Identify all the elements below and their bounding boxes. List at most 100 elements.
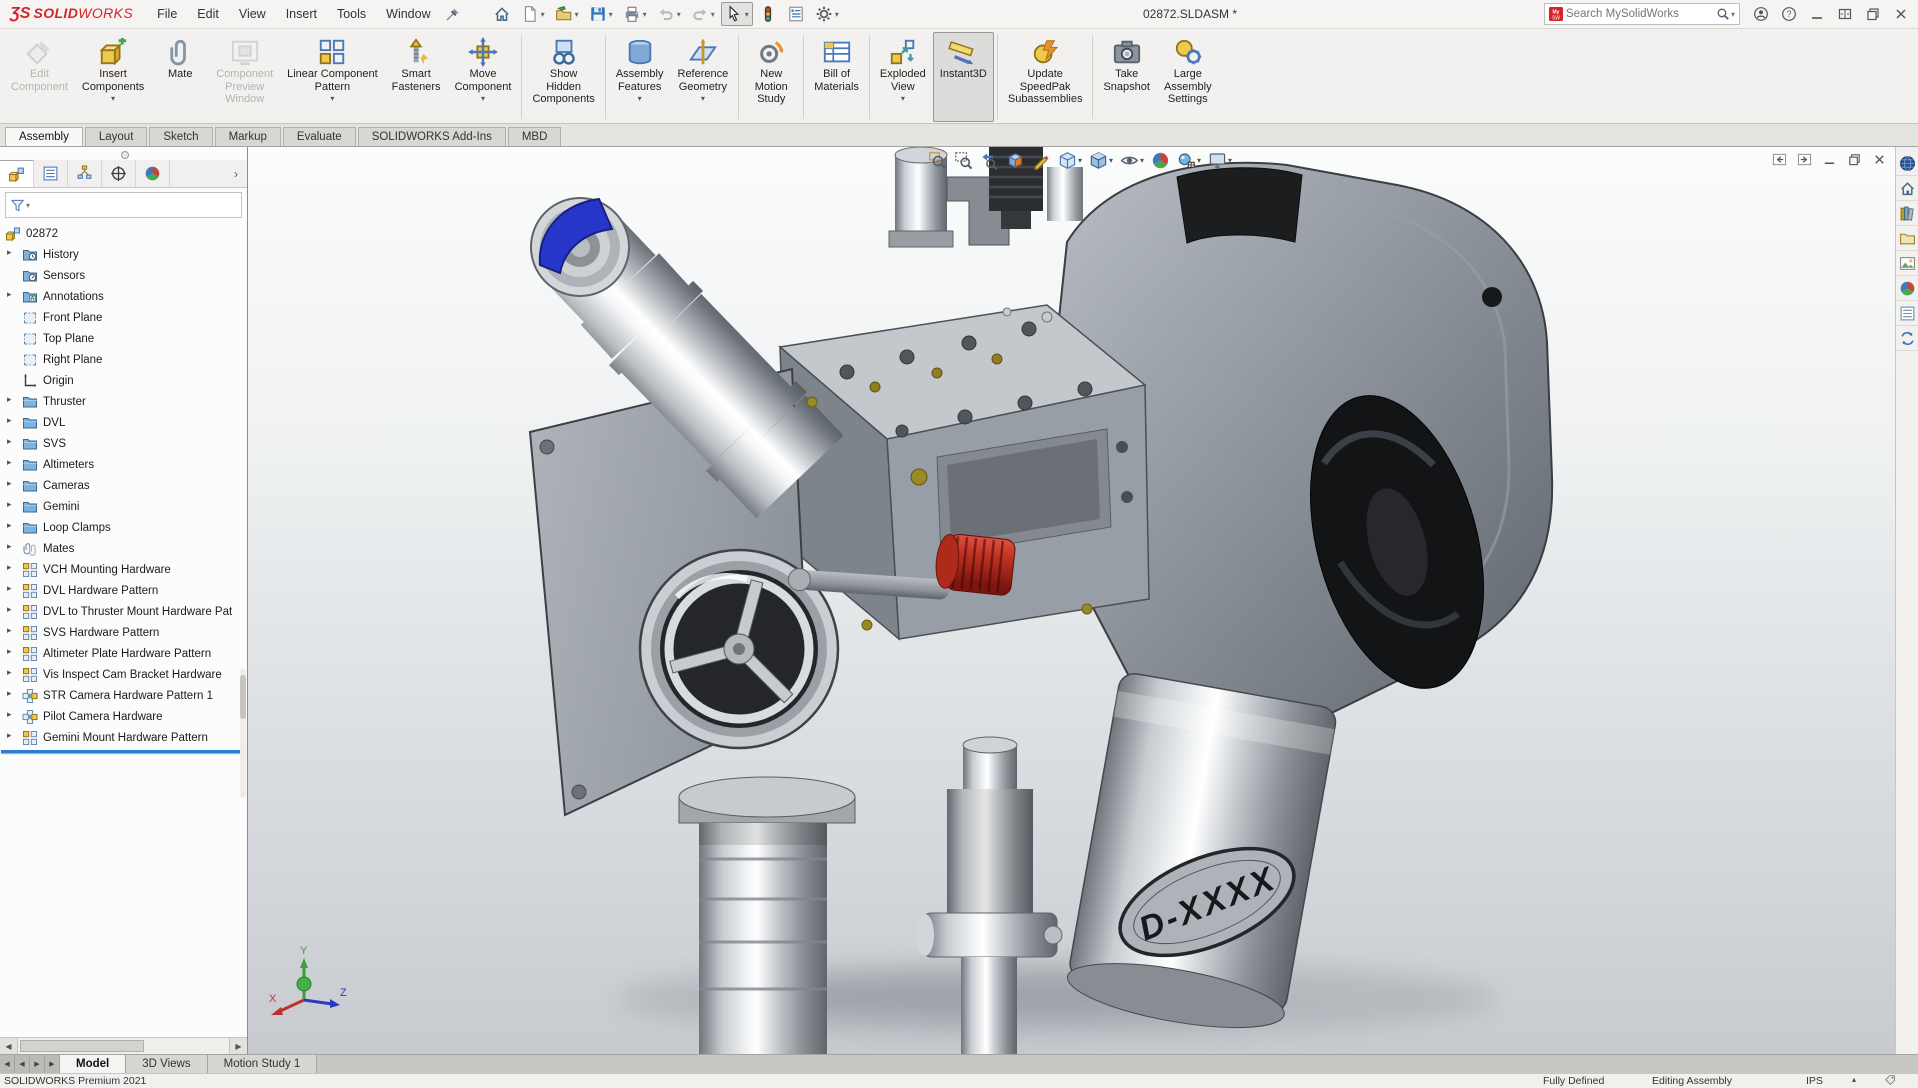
rebuild-button[interactable] (755, 2, 781, 26)
tree-item[interactable]: ▸Vis Inspect Cam Bracket Hardware (0, 664, 247, 685)
search-icon[interactable] (1716, 7, 1730, 21)
expand-arrow-icon[interactable]: ▸ (7, 709, 17, 720)
scrollbar-thumb[interactable] (20, 1040, 144, 1052)
zoom-to-area-button[interactable] (952, 149, 975, 172)
tab-model[interactable]: Model (60, 1055, 126, 1073)
expand-arrow-icon[interactable]: ▸ (7, 667, 17, 678)
tab-solidworks-add-ins[interactable]: SOLIDWORKS Add-Ins (358, 127, 506, 146)
take-snapshot-button[interactable]: TakeSnapshot (1096, 32, 1156, 122)
menu-view[interactable]: View (229, 2, 276, 26)
fm-dimxpert-tab[interactable] (102, 160, 136, 187)
hide-show-items-dropdown-icon[interactable]: ▾ (1140, 156, 1144, 165)
tab-motion-study-1[interactable]: Motion Study 1 (208, 1055, 318, 1073)
new-motion-study-button[interactable]: NewMotionStudy (742, 32, 800, 122)
tree-item[interactable]: ▸History (0, 244, 247, 265)
reference-geometry-button[interactable]: ReferenceGeometry▾ (671, 32, 736, 122)
fm-props-tab[interactable] (34, 160, 68, 187)
assembly-features-button[interactable]: AssemblyFeatures▾ (609, 32, 671, 122)
menu-edit[interactable]: Edit (187, 2, 229, 26)
expand-arrow-icon[interactable]: ▸ (7, 436, 17, 447)
menu-file[interactable]: File (147, 2, 187, 26)
menu-tools[interactable]: Tools (327, 2, 376, 26)
insert-components-button[interactable]: InsertComponents▾ (75, 32, 151, 122)
smart-fasteners-button[interactable]: SmartFasteners (385, 32, 448, 122)
file-explorer-button[interactable] (1896, 226, 1918, 251)
solidworks-forum-button[interactable] (1896, 326, 1918, 351)
first-tab-button[interactable]: ◀ (0, 1055, 15, 1073)
gear-button[interactable]: ▾ (811, 2, 843, 26)
expand-arrow-icon[interactable]: ▸ (7, 730, 17, 741)
tree-item[interactable]: ▸DVL to Thruster Mount Hardware Pat (0, 601, 247, 622)
select-button[interactable]: ▾ (721, 2, 753, 26)
expand-arrow-icon[interactable]: ▸ (7, 415, 17, 426)
display-style-dropdown-icon[interactable]: ▾ (1109, 156, 1113, 165)
hide-show-items-button[interactable]: ▾ (1118, 149, 1146, 172)
filter-input[interactable] (31, 198, 237, 212)
print-dropdown-icon[interactable]: ▾ (643, 10, 647, 19)
tree-item[interactable]: ▸Altimeter Plate Hardware Pattern (0, 643, 247, 664)
expand-arrow-icon[interactable]: ▸ (7, 478, 17, 489)
zoom-to-fit-button[interactable] (926, 149, 949, 172)
section-view-button[interactable] (1004, 149, 1027, 172)
new-doc-dropdown-icon[interactable]: ▾ (541, 10, 545, 19)
unit-system-selector[interactable]: IPS (1806, 1075, 1823, 1087)
expand-panel-icon[interactable]: › (225, 160, 247, 187)
window-split-button[interactable] (1834, 3, 1856, 25)
exploded-view-button[interactable]: ExplodedView▾ (873, 32, 933, 122)
expand-arrow-icon[interactable]: ▸ (7, 394, 17, 405)
design-library-button[interactable] (1896, 201, 1918, 226)
apply-scene-dropdown-icon[interactable]: ▾ (1197, 156, 1201, 165)
tab-sketch[interactable]: Sketch (149, 127, 212, 146)
bill-of-materials-button[interactable]: Bill ofMaterials (807, 32, 866, 122)
scroll-left-icon[interactable]: ◀ (0, 1038, 18, 1054)
unit-system-dropdown-icon[interactable]: ▴ (1852, 1075, 1856, 1084)
tree-item[interactable]: ▸SVS (0, 433, 247, 454)
tree-item[interactable]: Sensors (0, 265, 247, 286)
expand-arrow-icon[interactable]: ▸ (7, 289, 17, 300)
dynamic-annotation-views-button[interactable] (1030, 149, 1053, 172)
assembly-features-dropdown-icon[interactable]: ▾ (638, 94, 642, 103)
view-orientation-dropdown-icon[interactable]: ▾ (1078, 156, 1082, 165)
tree-item[interactable]: ▸SVS Hardware Pattern (0, 622, 247, 643)
tree-root[interactable]: 02872 (0, 223, 247, 244)
move-component-button[interactable]: MoveComponent▾ (448, 32, 519, 122)
tab-markup[interactable]: Markup (215, 127, 281, 146)
expand-arrow-icon[interactable]: ▸ (7, 646, 17, 657)
select-dropdown-icon[interactable]: ▾ (745, 10, 749, 19)
custom-properties-button[interactable] (1896, 301, 1918, 326)
search-scope-dropdown-icon[interactable]: ▾ (1730, 10, 1736, 19)
expand-arrow-icon[interactable]: ▸ (7, 541, 17, 552)
panel-splitter-handle[interactable] (0, 147, 247, 160)
rollback-bar[interactable] (1, 750, 246, 753)
expand-arrow-icon[interactable]: ▸ (7, 583, 17, 594)
solidworks-resources-button[interactable] (1896, 176, 1918, 201)
tree-item[interactable]: ▸Loop Clamps (0, 517, 247, 538)
collapse-right-pane-button[interactable] (1796, 151, 1813, 168)
file-properties-button[interactable] (783, 2, 809, 26)
3dexperience-marketplace-button[interactable] (1896, 151, 1918, 176)
panel-vertical-scrollbar[interactable] (240, 668, 246, 798)
expand-arrow-icon[interactable]: ▸ (7, 625, 17, 636)
expand-arrow-icon[interactable]: ▸ (7, 562, 17, 573)
last-tab-button[interactable]: ▶ (45, 1055, 60, 1073)
show-hidden-components-button[interactable]: ShowHiddenComponents (525, 32, 601, 122)
tab-layout[interactable]: Layout (85, 127, 148, 146)
appearances-scenes-button[interactable] (1896, 276, 1918, 301)
expand-arrow-icon[interactable]: ▸ (7, 499, 17, 510)
exploded-view-dropdown-icon[interactable]: ▾ (901, 94, 905, 103)
search-box[interactable]: MySW ▾ (1544, 3, 1740, 25)
fm-display-tab[interactable] (136, 160, 170, 187)
tree-item[interactable]: Right Plane (0, 349, 247, 370)
mate-button[interactable]: Mate (151, 32, 209, 122)
tree-item[interactable]: ▸Gemini (0, 496, 247, 517)
prev-tab-button[interactable]: ◀ (15, 1055, 30, 1073)
expand-arrow-icon[interactable]: ▸ (7, 247, 17, 258)
apply-scene-button[interactable]: ▾ (1175, 149, 1203, 172)
save-dropdown-icon[interactable]: ▾ (609, 10, 613, 19)
tree-item[interactable]: ▸VCH Mounting Hardware (0, 559, 247, 580)
graphics-viewport[interactable]: D-XXXX (0, 147, 1896, 1054)
tag-icon[interactable] (1884, 1074, 1897, 1087)
menu-window[interactable]: Window (376, 2, 440, 26)
previous-view-button[interactable] (978, 149, 1001, 172)
view-palette-button[interactable] (1896, 251, 1918, 276)
